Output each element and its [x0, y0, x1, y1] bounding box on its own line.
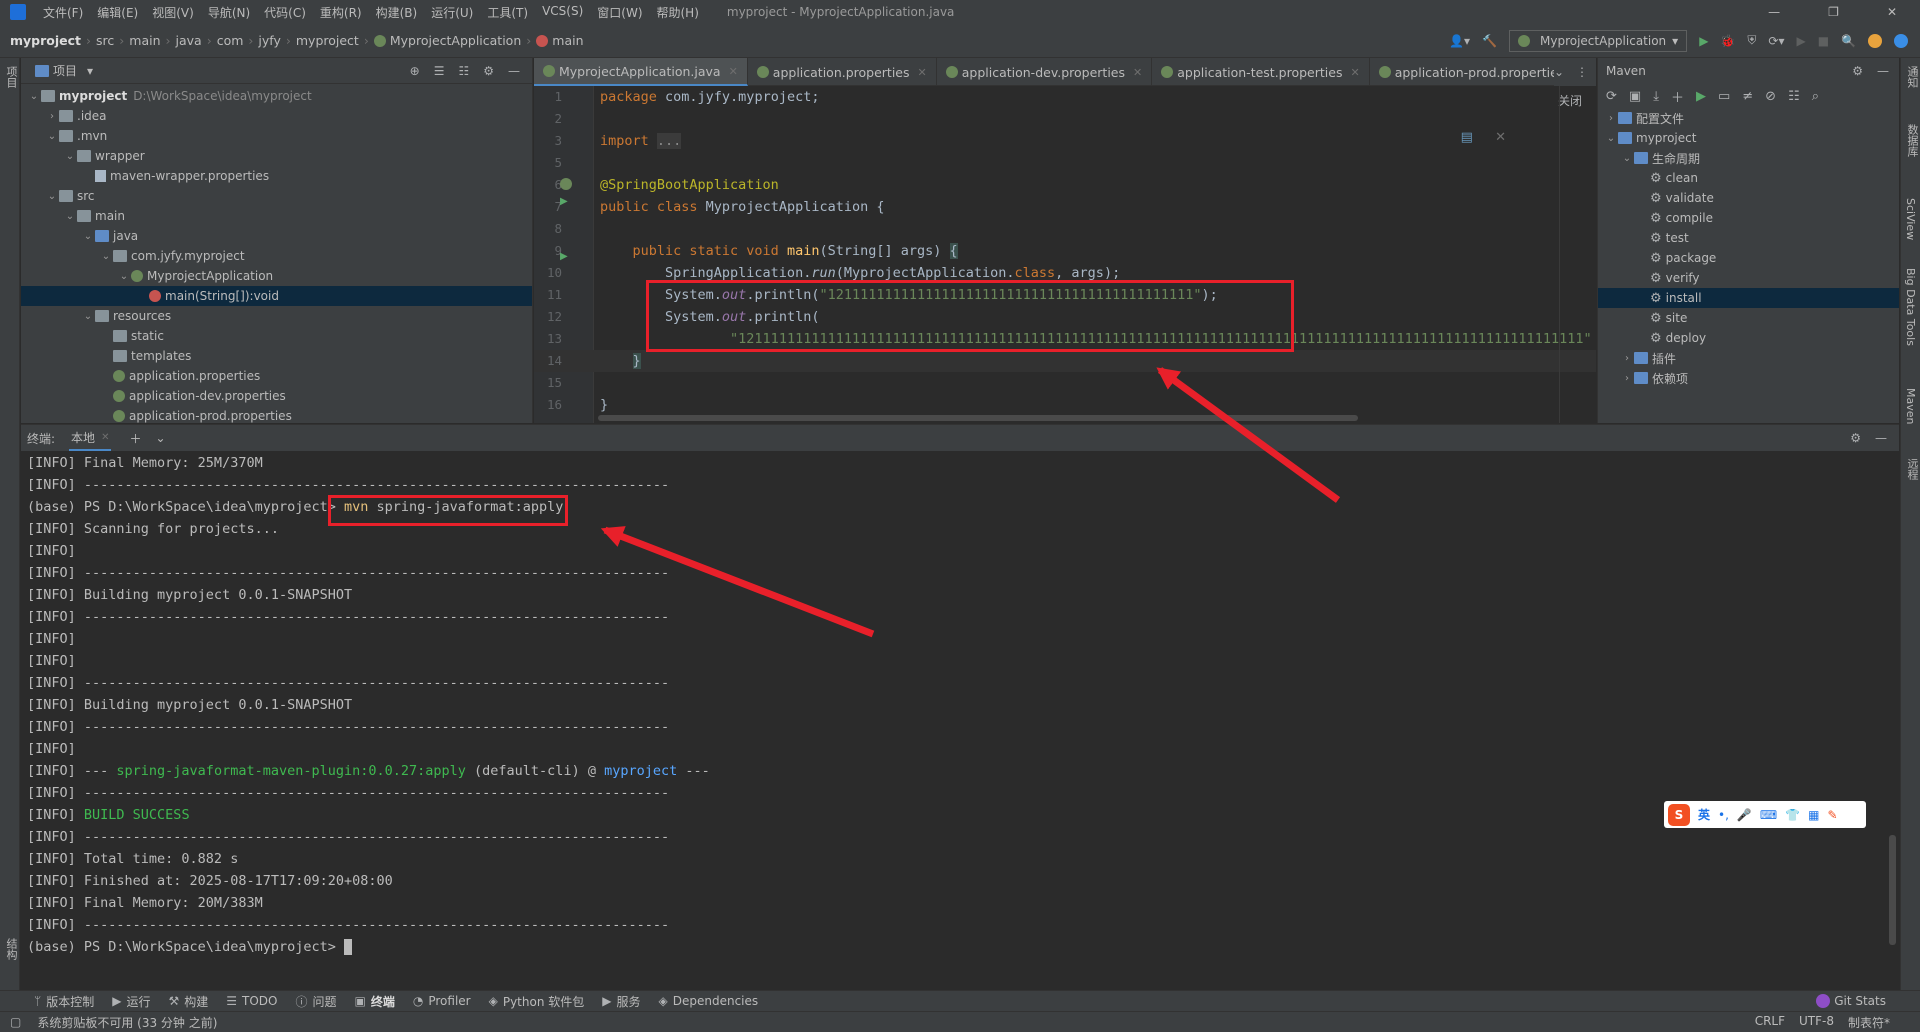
apps-icon[interactable]: ▦: [1808, 808, 1819, 822]
dependencies-icon: ◈: [658, 994, 668, 1008]
git-stats[interactable]: Git Stats: [1816, 994, 1920, 1008]
tool-window-button[interactable]: ◈ Python 软件包: [489, 993, 585, 1010]
indent-setting[interactable]: 制表符*: [1848, 1014, 1890, 1031]
git-stats-icon: [1816, 994, 1831, 1008]
python-packages-icon: ◈: [488, 994, 498, 1008]
punctuation-icon[interactable]: •,: [1718, 808, 1729, 822]
status-message[interactable]: 系统剪贴板不可用 (33 分钟 之前): [37, 1014, 217, 1031]
tool-window-button[interactable]: ▣ 终端: [355, 993, 395, 1010]
status-panel-icon[interactable]: ▢: [10, 1015, 21, 1029]
tool-window-label: TODO: [242, 994, 278, 1008]
tool-window-label: Python 软件包: [502, 994, 585, 1009]
tool-window-button[interactable]: ◔ Profiler: [413, 993, 471, 1010]
tool-window-button[interactable]: ◈ Dependencies: [659, 993, 759, 1010]
tool-window-bar: ᛘ 版本控制 ▶ 运行 ⚒ 构建 ☰ TODO ⓘ 问题 ▣ 终端 ◔ Profiler ◈ Python 软…: [0, 990, 1920, 1011]
ime-lang: 英: [1698, 808, 1711, 822]
tool-window-button[interactable]: ▶ 服务: [602, 993, 640, 1010]
problems-icon: ⓘ: [295, 994, 308, 1009]
profiler-icon: ◔: [412, 994, 424, 1008]
branch-icon: ᛘ: [34, 994, 42, 1008]
ime-toolbar[interactable]: S 英 •, 🎤 ⌨ 👕 ▦ ✎: [1664, 801, 1866, 828]
tool-window-label: 问题: [312, 994, 337, 1009]
terminal-icon: ▣: [354, 994, 366, 1008]
tool-window-label: Profiler: [428, 994, 471, 1008]
tool-window-label: 构建: [184, 994, 209, 1009]
services-icon: ▶: [602, 994, 612, 1008]
tool-window-button[interactable]: ☰ TODO: [226, 993, 277, 1010]
ime-logo-icon: S: [1668, 803, 1690, 826]
skin-icon[interactable]: 👕: [1785, 808, 1800, 822]
status-bar: ▢ 系统剪贴板不可用 (33 分钟 之前) CRLF UTF-8 制表符*: [0, 1011, 1920, 1032]
file-encoding[interactable]: UTF-8: [1799, 1014, 1834, 1031]
run-icon: ▶: [112, 994, 122, 1008]
build-icon: ⚒: [168, 994, 180, 1008]
line-separator[interactable]: CRLF: [1755, 1014, 1785, 1031]
tool-window-label: Dependencies: [672, 994, 759, 1008]
microphone-icon[interactable]: 🎤: [1737, 808, 1752, 822]
todo-icon: ☰: [226, 994, 238, 1008]
tool-window-button[interactable]: ⚒ 构建: [168, 993, 208, 1010]
tool-window-button[interactable]: ⓘ 问题: [295, 993, 336, 1010]
tool-window-button[interactable]: ᛘ 版本控制: [34, 993, 94, 1010]
tool-window-label: 运行: [126, 994, 151, 1009]
arrow-to-command: [600, 526, 875, 638]
tool-icon[interactable]: ✎: [1828, 808, 1838, 822]
tool-window-label: 服务: [616, 994, 641, 1009]
tool-window-label: 终端: [370, 994, 395, 1009]
keyboard-icon[interactable]: ⌨: [1760, 808, 1777, 822]
tool-window-button[interactable]: ▶ 运行: [112, 993, 150, 1010]
arrow-to-code: [1156, 367, 1341, 503]
tool-window-label: 版本控制: [46, 994, 95, 1009]
annotation-arrows: [600, 367, 1341, 638]
